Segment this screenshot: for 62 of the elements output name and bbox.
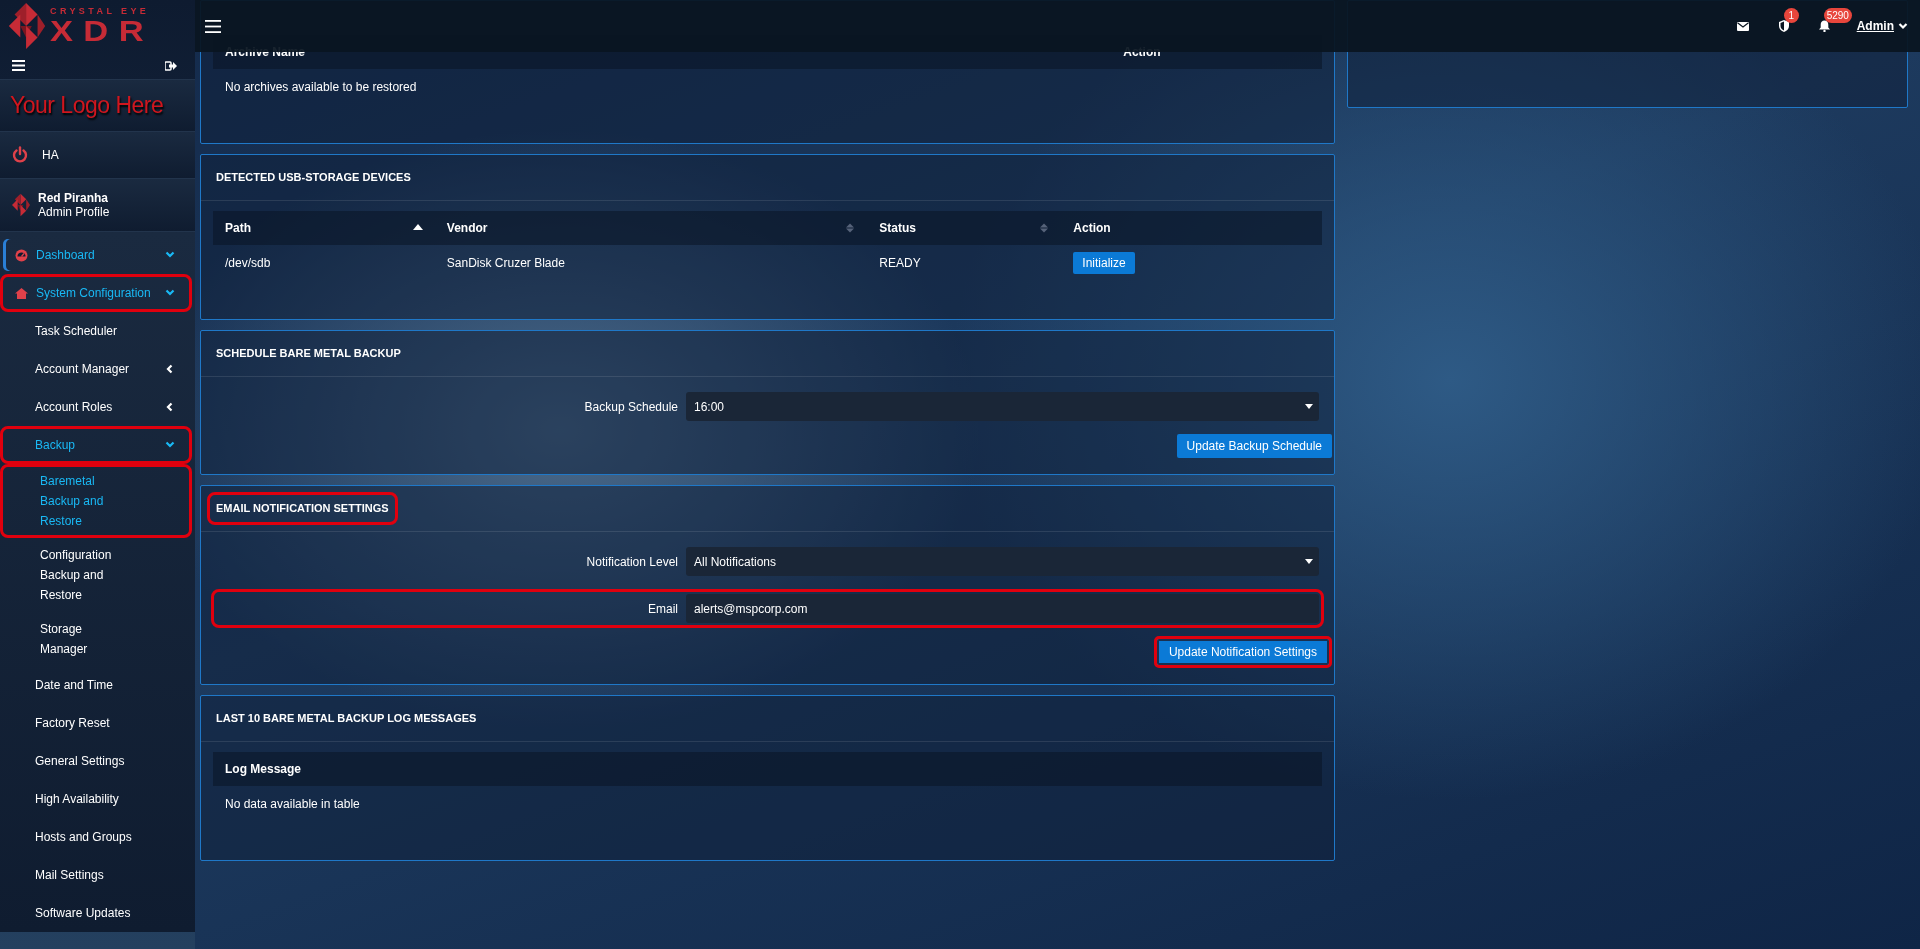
home-icon [15, 286, 28, 300]
field-label: Notification Level [585, 553, 678, 571]
count-badge: 5290 [1823, 8, 1852, 23]
sidebar-item[interactable]: Dashboard [0, 236, 192, 275]
sidebar-item[interactable]: Mail Settings [0, 856, 192, 895]
profile-name: Red Piranha [38, 190, 110, 205]
mail-icon[interactable] [1736, 21, 1749, 31]
shield-icon[interactable] [1778, 20, 1789, 32]
panel-title: LAST 10 BARE METAL BACKUP LOG MESSAGES [215, 711, 478, 727]
column-header[interactable]: Vendor [434, 211, 868, 245]
update-button[interactable]: Update Backup Schedule [1176, 434, 1332, 458]
sidebar-item[interactable]: Account Manager [0, 350, 192, 389]
initialize-button[interactable]: Initialize [1073, 252, 1135, 274]
chevron-left-icon [165, 364, 175, 375]
profile-role: Admin Profile [38, 204, 110, 220]
empty-message: No data available in table [213, 786, 1322, 822]
logo-mark-icon [8, 3, 46, 49]
column-header: Action [1061, 211, 1322, 245]
sidebar-item[interactable]: Storage Manager [0, 612, 192, 667]
sidebar-item[interactable]: Task Scheduler [0, 312, 192, 351]
menu-icon[interactable] [205, 19, 221, 33]
table-cell: /dev/sdb [213, 245, 435, 281]
sidebar-item[interactable]: Backup [0, 426, 192, 465]
custom-logo: Your Logo Here [9, 91, 165, 120]
chevron-left-icon [165, 402, 175, 413]
field-label: Backup Schedule [583, 398, 678, 416]
sidebar-item[interactable]: Configuration Backup and Restore [0, 538, 192, 613]
sidebar-item[interactable]: System Configuration [0, 274, 192, 313]
brand-wordmark: XDR [50, 15, 155, 46]
input-field[interactable]: alerts@mspcorp.com [686, 594, 1319, 623]
column-header[interactable]: Status [867, 211, 1062, 245]
brand-tagline: CRYSTAL EYE [50, 6, 150, 16]
sidebar-item[interactable]: Software Updates [0, 894, 192, 933]
sidebar-item[interactable]: High Availability [0, 780, 192, 819]
user-menu[interactable]: Admin [1856, 17, 1908, 35]
panel-title: DETECTED USB-STORAGE DEVICES [215, 170, 412, 186]
sidebar-item[interactable]: General Settings [0, 742, 192, 781]
profile-avatar-icon [12, 192, 30, 217]
select-field[interactable]: 16:00 [686, 392, 1319, 421]
update-button[interactable]: Update Notification Settings [1153, 636, 1332, 668]
chevron-down-icon [1898, 22, 1908, 30]
logout-icon[interactable] [165, 60, 177, 71]
sidebar-item[interactable]: Baremetal Backup and Restore [0, 464, 192, 539]
empty-message: No archives available to be restored [213, 69, 1322, 105]
menu-icon[interactable] [12, 60, 25, 71]
column-header: Log Message [213, 752, 1322, 786]
select-field[interactable]: All Notifications [686, 547, 1319, 576]
table-cell: READY [867, 245, 1062, 281]
dashboard-icon [15, 248, 28, 262]
ha-label: HA [42, 146, 59, 164]
panel-title: EMAIL NOTIFICATION SETTINGS [207, 492, 398, 525]
column-header[interactable]: Path [213, 211, 435, 245]
count-badge: 1 [1783, 8, 1799, 23]
sidebar-item[interactable]: Date and Time [0, 666, 192, 705]
bell-icon[interactable] [1818, 20, 1830, 32]
sidebar-item[interactable]: Factory Reset [0, 704, 192, 743]
panel-title: SCHEDULE BARE METAL BACKUP [215, 346, 402, 362]
power-icon [12, 146, 28, 163]
field-label: Email [647, 600, 678, 618]
sidebar-item[interactable]: Account Roles [0, 388, 192, 427]
sidebar-item[interactable]: Hosts and Groups [0, 818, 192, 857]
table-cell: SanDisk Cruzer Blade [434, 245, 868, 281]
